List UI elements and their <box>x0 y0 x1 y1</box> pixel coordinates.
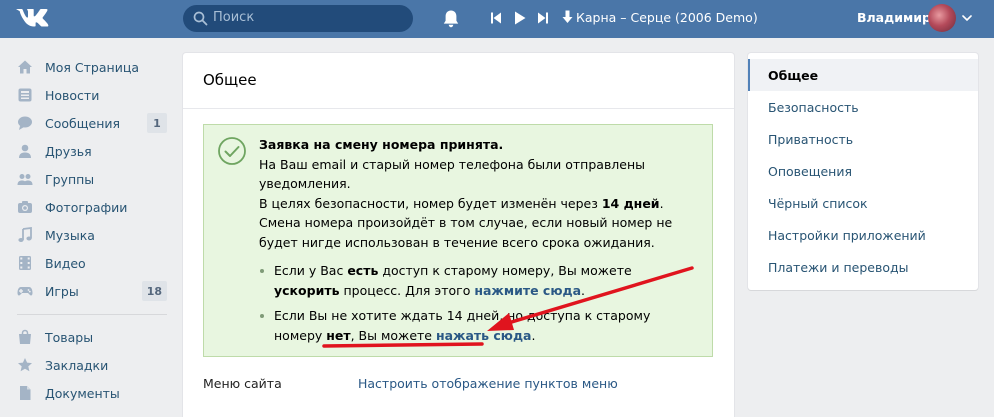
notice-bullet: Если Вы не хотите ждать 14 дней, но дост… <box>260 306 694 345</box>
chevron-down-icon[interactable] <box>962 14 972 22</box>
prev-track-icon <box>491 12 501 24</box>
notice-line: Смена номера произойдёт в том случае, ес… <box>259 215 673 250</box>
notice-bullet: Если у Вас есть доступ к старому номеру,… <box>260 261 694 300</box>
sidebar-item-video[interactable]: Видео <box>17 249 167 277</box>
search-input[interactable]: Поиск <box>213 10 254 25</box>
settings-nav-security[interactable]: Безопасность <box>748 91 978 123</box>
music-icon <box>17 227 33 243</box>
sidebar-item-bookmarks[interactable]: Закладки <box>17 351 167 379</box>
notice-line: . <box>659 195 664 211</box>
site-menu-label: Меню сайта <box>203 376 282 391</box>
sidebar-item-documents[interactable]: Документы <box>17 379 167 407</box>
video-icon <box>17 255 33 271</box>
bullet-emphasis: есть <box>347 263 379 278</box>
configure-menu-link[interactable]: Настроить отображение пунктов меню <box>358 376 618 391</box>
star-icon <box>17 357 33 373</box>
sidebar-item-games[interactable]: Игры 18 <box>17 277 167 305</box>
settings-nav: Общее Безопасность Приватность Оповещени… <box>748 53 978 290</box>
bullet-emphasis: ускорить <box>274 282 340 298</box>
home-icon <box>17 59 33 75</box>
track-title: Карна – Серце (2006 Demo) <box>576 10 758 25</box>
top-bar: Поиск Карна – Серце (2006 Demo) Владимир <box>0 0 994 38</box>
messages-icon <box>17 115 33 131</box>
sidebar-item-my-page[interactable]: Моя Страница <box>17 53 167 81</box>
search-icon <box>193 11 208 26</box>
settings-nav-notifications[interactable]: Оповещения <box>748 155 978 187</box>
sidebar-item-photos[interactable]: Фотографии <box>17 193 167 221</box>
sidebar-item-messages[interactable]: Сообщения 1 <box>17 109 167 137</box>
bullet-text: . <box>531 327 536 343</box>
vk-logo-icon[interactable] <box>16 5 50 31</box>
document-icon <box>17 385 33 401</box>
bullet-text: , Вы можете <box>350 327 436 343</box>
page-title: Общее <box>203 71 257 89</box>
bullet-text: доступ к старому номеру, Вы можете <box>378 263 632 278</box>
bullet-text: Если у Вас <box>274 263 348 278</box>
avatar[interactable] <box>928 4 956 32</box>
search-bar[interactable]: Поиск <box>183 5 413 32</box>
friends-icon <box>17 143 33 159</box>
notice-line: На Ваш email и старый номер телефона был… <box>259 156 646 192</box>
sidebar-divider <box>17 314 167 315</box>
sidebar-item-label: Сообщения <box>45 115 121 131</box>
left-sidebar: Моя Страница Новости Сообщения 1 Друзья … <box>17 53 167 407</box>
sidebar-item-label: Музыка <box>45 227 95 243</box>
sidebar-item-label: Игры <box>45 283 79 299</box>
sidebar-item-goods[interactable]: Товары <box>17 323 167 351</box>
sidebar-item-groups[interactable]: Группы <box>17 165 167 193</box>
notice-heading: Заявка на смену номера принята. <box>259 137 504 152</box>
notice-days: 14 дней <box>601 195 660 211</box>
notice-line: В целях безопасности, номер будет изменё… <box>259 195 602 211</box>
bullet-emphasis: нет <box>326 327 351 343</box>
settings-nav-general[interactable]: Общее <box>748 59 978 91</box>
games-count-badge: 18 <box>141 281 167 301</box>
now-playing[interactable]: Карна – Серце (2006 Demo) <box>562 10 758 25</box>
sidebar-item-label: Документы <box>45 385 120 401</box>
bullet-text: процесс. Для этого <box>339 282 475 298</box>
sidebar-item-label: Закладки <box>45 357 109 373</box>
success-notice: Заявка на смену номера принята. На Ваш e… <box>203 124 713 357</box>
bullet-text: . <box>581 282 585 298</box>
bell-icon[interactable] <box>442 9 460 29</box>
no-access-link[interactable]: нажать сюда <box>436 328 532 343</box>
sidebar-item-friends[interactable]: Друзья <box>17 137 167 165</box>
settings-nav-privacy[interactable]: Приватность <box>748 123 978 155</box>
sidebar-item-label: Новости <box>45 87 100 103</box>
sidebar-item-news[interactable]: Новости <box>17 81 167 109</box>
audio-player-controls[interactable] <box>491 11 551 25</box>
download-icon <box>562 10 573 23</box>
groups-icon <box>17 171 33 187</box>
sidebar-item-music[interactable]: Музыка <box>17 221 167 249</box>
sidebar-item-label: Фотографии <box>45 199 128 215</box>
sidebar-item-label: Товары <box>45 329 94 345</box>
sidebar-item-label: Группы <box>45 171 95 187</box>
sidebar-item-label: Видео <box>45 255 86 271</box>
shop-icon <box>17 329 33 345</box>
checkmark-circle-icon <box>218 137 246 165</box>
play-icon <box>515 11 526 25</box>
messages-count-badge: 1 <box>147 113 167 133</box>
news-icon <box>17 87 33 103</box>
title-divider <box>183 108 734 109</box>
settings-main-panel: Общее Заявка на смену номера принята. На… <box>183 53 734 417</box>
settings-nav-blacklist[interactable]: Чёрный список <box>748 187 978 219</box>
settings-nav-apps[interactable]: Настройки приложений <box>748 219 978 251</box>
user-name[interactable]: Владимир <box>857 10 931 25</box>
speed-up-link[interactable]: нажмите сюда <box>474 283 581 298</box>
camera-icon <box>17 199 33 215</box>
sidebar-item-label: Друзья <box>45 143 92 159</box>
notice-text: Заявка на смену номера принята. На Ваш e… <box>259 135 699 252</box>
sidebar-item-label: Моя Страница <box>45 59 139 75</box>
next-track-icon <box>538 12 548 24</box>
games-icon <box>17 283 33 299</box>
settings-nav-payments[interactable]: Платежи и переводы <box>748 251 978 283</box>
